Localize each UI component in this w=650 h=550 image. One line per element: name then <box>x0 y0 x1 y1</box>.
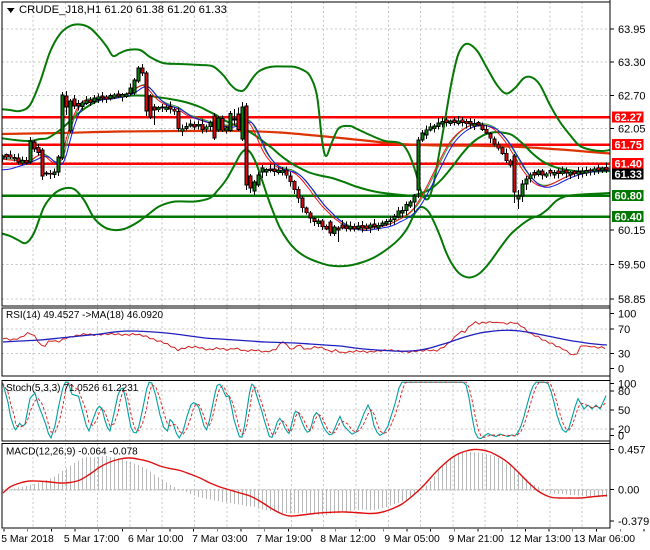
svg-text:RSI(14) 49.4527 ->MA(18) 46.0: RSI(14) 49.4527 ->MA(18) 46.0920 <box>6 310 163 321</box>
svg-text:5 Mar 2018: 5 Mar 2018 <box>1 534 54 545</box>
svg-text:30: 30 <box>618 349 630 361</box>
svg-text:7 Mar 03:00: 7 Mar 03:00 <box>192 534 248 545</box>
svg-text:63.95: 63.95 <box>618 24 646 36</box>
svg-text:0: 0 <box>618 364 624 376</box>
svg-text:7 Mar 19:00: 7 Mar 19:00 <box>256 534 312 545</box>
svg-text:9 Mar 21:00: 9 Mar 21:00 <box>448 534 504 545</box>
svg-text:59.50: 59.50 <box>618 260 646 272</box>
svg-text:63.30: 63.30 <box>618 57 646 69</box>
svg-text:0.00: 0.00 <box>618 485 639 497</box>
svg-text:50: 50 <box>618 405 630 417</box>
svg-text:61.75: 61.75 <box>615 140 643 152</box>
svg-text:MACD(12,26,9) -0.064 -0.078: MACD(12,26,9) -0.064 -0.078 <box>6 447 138 458</box>
svg-text:70: 70 <box>618 324 630 336</box>
svg-text:58.85: 58.85 <box>618 294 646 306</box>
svg-text:Stoch(5,3,3) 71.0526 61.2231: Stoch(5,3,3) 71.0526 61.2231 <box>6 383 139 394</box>
svg-text:62.05: 62.05 <box>618 124 646 136</box>
svg-text:0: 0 <box>618 431 624 443</box>
svg-text:61.33: 61.33 <box>615 169 643 181</box>
svg-text:5 Mar 17:00: 5 Mar 17:00 <box>64 534 120 545</box>
svg-text:62.70: 62.70 <box>618 90 646 102</box>
svg-text:100: 100 <box>618 309 636 321</box>
svg-text:-0.379: -0.379 <box>618 516 649 528</box>
svg-text:60.40: 60.40 <box>615 212 643 224</box>
svg-text:9 Mar 05:00: 9 Mar 05:00 <box>384 534 440 545</box>
svg-text:80: 80 <box>618 386 630 398</box>
svg-text:62.27: 62.27 <box>615 112 643 124</box>
svg-text:60.80: 60.80 <box>615 191 643 203</box>
svg-text:12 Mar 13:00: 12 Mar 13:00 <box>510 534 571 545</box>
svg-text:6 Mar 10:00: 6 Mar 10:00 <box>128 534 184 545</box>
svg-text:8 Mar 12:00: 8 Mar 12:00 <box>320 534 376 545</box>
svg-text:60.15: 60.15 <box>618 225 646 237</box>
svg-text:0.457: 0.457 <box>618 444 646 456</box>
svg-text:CRUDE_J18,H1 61.20 61.38 61.2: CRUDE_J18,H1 61.20 61.38 61.20 61.33 <box>19 4 227 16</box>
svg-text:13 Mar 06:00: 13 Mar 06:00 <box>574 534 635 545</box>
